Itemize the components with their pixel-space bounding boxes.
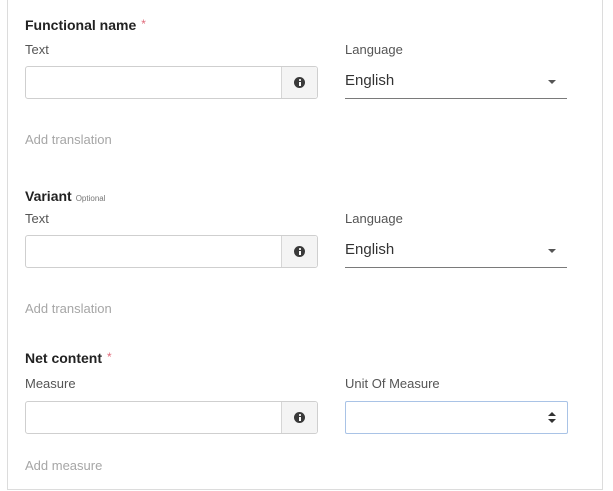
required-mark: * [107, 350, 112, 364]
functional-name-language-label: Language [345, 42, 403, 57]
chevron-down-icon [548, 80, 556, 84]
sort-updown-icon [548, 412, 556, 424]
unit-of-measure-label: Unit Of Measure [345, 376, 440, 391]
functional-name-info-button[interactable] [282, 67, 317, 98]
add-translation-link[interactable]: Add translation [25, 301, 112, 316]
add-translation-link[interactable]: Add translation [25, 132, 112, 147]
measure-input [25, 401, 318, 434]
add-measure-link[interactable]: Add measure [25, 458, 102, 473]
variant-text-input [25, 235, 318, 268]
variant-heading: Variant Optional [25, 188, 106, 204]
variant-language-label: Language [345, 211, 403, 226]
info-circle-icon [294, 246, 305, 257]
functional-name-heading: Functional name * [25, 17, 146, 33]
variant-text-label: Text [25, 211, 49, 226]
functional-name-language-select[interactable]: English [345, 65, 567, 99]
measure-field[interactable] [26, 402, 282, 433]
measure-info-button[interactable] [282, 402, 317, 433]
measure-label: Measure [25, 376, 76, 391]
variant-language-select[interactable]: English [345, 234, 567, 268]
unit-of-measure-select[interactable] [345, 401, 568, 434]
variant-title: Variant [25, 188, 72, 204]
chevron-down-icon [548, 249, 556, 253]
language-selected-value: English [345, 241, 395, 258]
functional-name-text-label: Text [25, 42, 49, 57]
functional-name-text-input [25, 66, 318, 99]
variant-info-button[interactable] [282, 236, 317, 267]
info-circle-icon [294, 412, 305, 423]
net-content-heading: Net content * [25, 350, 112, 366]
functional-name-title: Functional name [25, 17, 137, 33]
language-selected-value: English [345, 72, 395, 89]
product-form-panel: Functional name * Text Language English A… [7, 0, 603, 490]
optional-tag: Optional [75, 194, 106, 203]
required-mark: * [141, 17, 146, 31]
functional-name-text-field[interactable] [26, 67, 282, 98]
variant-text-field[interactable] [26, 236, 282, 267]
net-content-title: Net content [25, 350, 102, 366]
info-circle-icon [294, 77, 305, 88]
